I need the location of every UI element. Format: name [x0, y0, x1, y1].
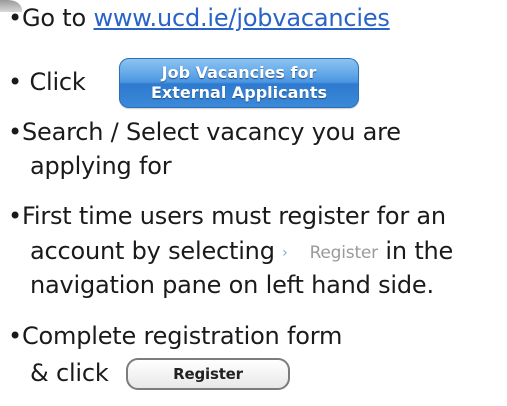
job-button-line2: External Applicants: [151, 83, 327, 102]
step-register-line3: navigation pane on left hand side.: [30, 271, 434, 299]
job-button-line1: Job Vacancies for: [161, 63, 317, 82]
step-register-line2: account by selecting › Register in the: [8, 235, 453, 270]
nav-register-label: Register: [309, 243, 379, 263]
register-text: First time users must register for an: [22, 202, 446, 230]
bullet: •: [8, 322, 22, 350]
chevron-right-icon: ›: [282, 245, 288, 261]
bullet: •: [8, 118, 22, 146]
nav-register-link[interactable]: › Register: [282, 237, 378, 270]
bullet: •: [8, 68, 22, 96]
step-complete-line2: & click Register: [8, 357, 291, 390]
step-click: • Click: [8, 66, 86, 99]
register-suffix: in the: [385, 237, 454, 265]
register-button[interactable]: Register: [126, 358, 291, 390]
step-complete-line1: •Complete registration form: [8, 320, 342, 353]
click-label: Click: [29, 68, 86, 96]
job-vacancies-external-button[interactable]: Job Vacancies for External Applicants: [119, 58, 359, 108]
step-go-to: •Go to www.ucd.ie/jobvacancies: [8, 2, 390, 35]
bullet: •: [8, 4, 22, 32]
step-register-line1: •First time users must register for an: [8, 200, 446, 233]
complete-prefix: & click: [30, 359, 109, 387]
register-prefix: account by selecting: [30, 237, 275, 265]
job-vacancies-link[interactable]: www.ucd.ie/jobvacancies: [93, 4, 389, 32]
step-search-line2: applying for: [30, 152, 172, 180]
bullet: •: [8, 202, 22, 230]
step-search-line1: •Search / Select vacancy you are: [8, 116, 401, 149]
search-text: Search / Select vacancy you are: [22, 118, 401, 146]
complete-text: Complete registration form: [22, 322, 343, 350]
go-to-label: Go to: [22, 4, 87, 32]
